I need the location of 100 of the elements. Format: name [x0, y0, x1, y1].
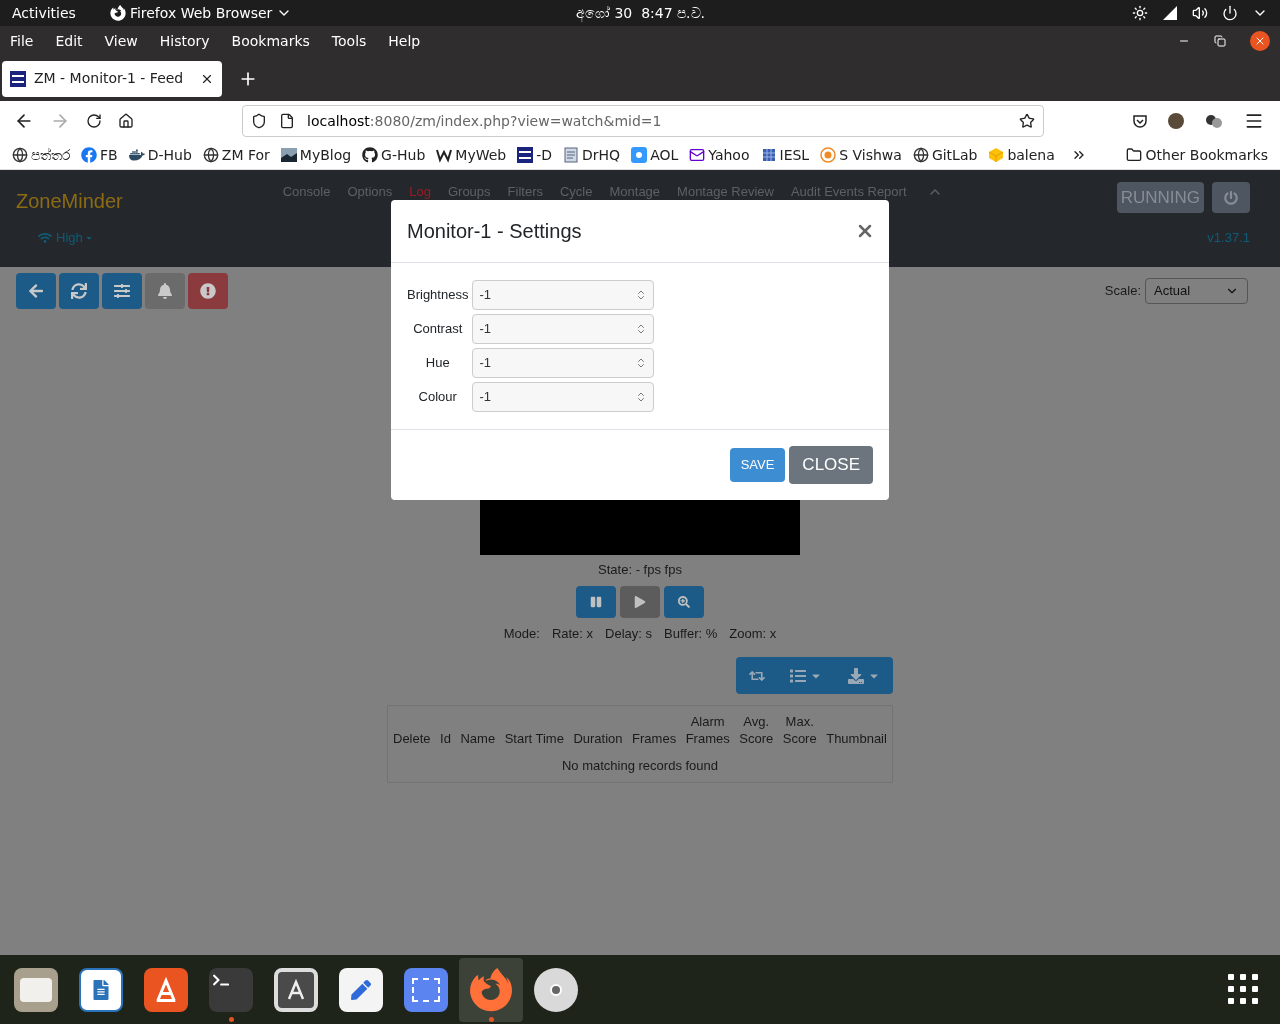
bookmark-item[interactable]: IESL	[779, 144, 810, 166]
field-label: Colour	[417, 388, 458, 407]
mail-icon	[689, 147, 706, 163]
number-field[interactable]: -1	[472, 314, 655, 344]
bookmark-item[interactable]: S Vishwa	[839, 144, 902, 166]
bookmark-item[interactable]: FB	[100, 144, 118, 166]
column-header: Frames	[632, 730, 677, 747]
sliders-icon	[114, 283, 130, 299]
bookmark-item[interactable]: DrHQ	[582, 144, 621, 166]
text-editor-icon[interactable]	[339, 967, 383, 1012]
w-logo-icon	[436, 147, 453, 163]
firefox-icon[interactable]	[109, 5, 126, 21]
tab-title: ZM - Monitor-1 - Feed	[34, 69, 184, 88]
back-button[interactable]	[16, 273, 56, 309]
facebook-icon	[81, 147, 97, 163]
globe-icon	[912, 147, 929, 163]
exclamation-icon	[200, 283, 216, 299]
column-header: Avg. Score	[739, 713, 774, 747]
zoom-in-icon	[678, 595, 690, 608]
reload-icon[interactable]	[86, 113, 102, 129]
terminal-icon[interactable]	[209, 967, 253, 1012]
pocket-icon[interactable]	[1132, 113, 1148, 129]
folder-icon[interactable]	[14, 967, 58, 1012]
folder-icon[interactable]	[1125, 147, 1142, 163]
avatar[interactable]	[1168, 113, 1184, 129]
cube-icon	[988, 147, 1005, 163]
power-icon[interactable]	[1222, 5, 1238, 21]
field-label: Contrast	[412, 320, 464, 339]
bookmark-item[interactable]: -D	[536, 144, 553, 166]
dialog-title: Monitor-1 - Settings	[407, 219, 582, 244]
bookmark-item[interactable]: D-Hub	[147, 144, 192, 166]
save-button[interactable]: SAVE	[729, 448, 786, 482]
bookmark-item[interactable]: GitLab	[931, 144, 978, 166]
column-header: Thumbnail	[826, 730, 887, 747]
signal-icon[interactable]	[1162, 5, 1178, 21]
bookmark-item[interactable]: පත්තර	[31, 144, 70, 166]
bell-icon	[157, 283, 173, 299]
bookmark-star-icon[interactable]	[1019, 113, 1035, 129]
pause-button[interactable]	[576, 585, 616, 618]
close-window-button[interactable]	[1250, 31, 1270, 51]
close-icon	[1254, 35, 1266, 47]
page-icon	[279, 113, 295, 129]
bookmark-item[interactable]: balena	[1007, 144, 1055, 166]
close-button[interactable]: CLOSE	[789, 446, 873, 484]
arrow-left-icon	[28, 283, 44, 299]
column-header: Max. Score	[782, 713, 817, 747]
refresh-button[interactable]	[59, 273, 99, 309]
update-icon[interactable]	[274, 967, 318, 1012]
bookmark-item[interactable]: MyWeb	[455, 144, 507, 166]
landscape-icon	[280, 147, 297, 163]
document-icon[interactable]	[79, 967, 123, 1012]
stat-text: Rate: x	[551, 624, 594, 643]
list-icon	[790, 667, 807, 684]
number-field[interactable]: -1	[472, 348, 655, 378]
document-icon	[563, 147, 580, 163]
settings-button[interactable]	[102, 273, 142, 309]
menu-item[interactable]: Bookmarks	[231, 30, 310, 52]
url-text: localhost:8080/zm/index.php?view=watch&mid=1	[307, 111, 662, 131]
other-bookmarks[interactable]: Other Bookmarks	[1145, 144, 1268, 166]
bookmark-item[interactable]: ZM For	[221, 144, 270, 166]
menu-item[interactable]: Tools	[331, 30, 367, 52]
stat-text: Zoom: x	[729, 624, 777, 643]
zoom-button[interactable]	[664, 585, 704, 618]
home-icon[interactable]	[118, 113, 134, 129]
number-field[interactable]: -1	[472, 382, 655, 412]
zm-logo-icon	[517, 147, 534, 163]
shield-icon[interactable]	[251, 113, 267, 129]
bookmark-item[interactable]: AOL	[650, 144, 679, 166]
app-grid-icon[interactable]	[1228, 973, 1260, 1006]
screenshot-icon[interactable]	[404, 967, 448, 1012]
menu-icon[interactable]	[1244, 111, 1264, 131]
volume-icon[interactable]	[1192, 5, 1208, 21]
column-header: Name	[460, 730, 496, 747]
menu-item[interactable]: Help	[388, 30, 421, 52]
menu-item[interactable]: History	[159, 30, 210, 52]
brightness-icon[interactable]	[1132, 5, 1148, 21]
scale-label: Scale:	[1104, 282, 1141, 301]
clock[interactable]: අගෝ 30 8:47 ප.ව.	[576, 2, 705, 24]
bookmark-item[interactable]: G-Hub	[381, 144, 426, 166]
scale-select[interactable]: Actual	[1145, 278, 1248, 304]
app-menu[interactable]: Firefox Web Browser	[129, 2, 273, 24]
zm-logo-icon	[10, 70, 26, 87]
stat-text: Mode:	[503, 624, 540, 643]
browser-tab[interactable]: ZM - Monitor-1 - Feed	[2, 60, 222, 97]
bookmark-item[interactable]: MyBlog	[299, 144, 352, 166]
restore-icon[interactable]	[1214, 35, 1226, 47]
bookmark-item[interactable]: Yahoo	[708, 144, 750, 166]
number-field[interactable]: -1	[472, 280, 655, 310]
column-header: Id	[440, 730, 451, 747]
address-bar[interactable]: localhost:8080/zm/index.php?view=watch&mid=1	[242, 105, 1044, 137]
menu-item[interactable]: File	[10, 30, 34, 52]
activities-button[interactable]: Activities	[12, 2, 76, 24]
alert-button[interactable]	[188, 273, 228, 309]
download-icon	[848, 667, 865, 684]
power-icon	[1224, 190, 1238, 205]
extensions-icon[interactable]	[1204, 113, 1224, 129]
shopping-bag-icon[interactable]	[144, 967, 188, 1012]
menu-item[interactable]: View	[104, 30, 138, 52]
menu-item[interactable]: Edit	[55, 30, 83, 52]
globe-icon	[202, 147, 219, 163]
